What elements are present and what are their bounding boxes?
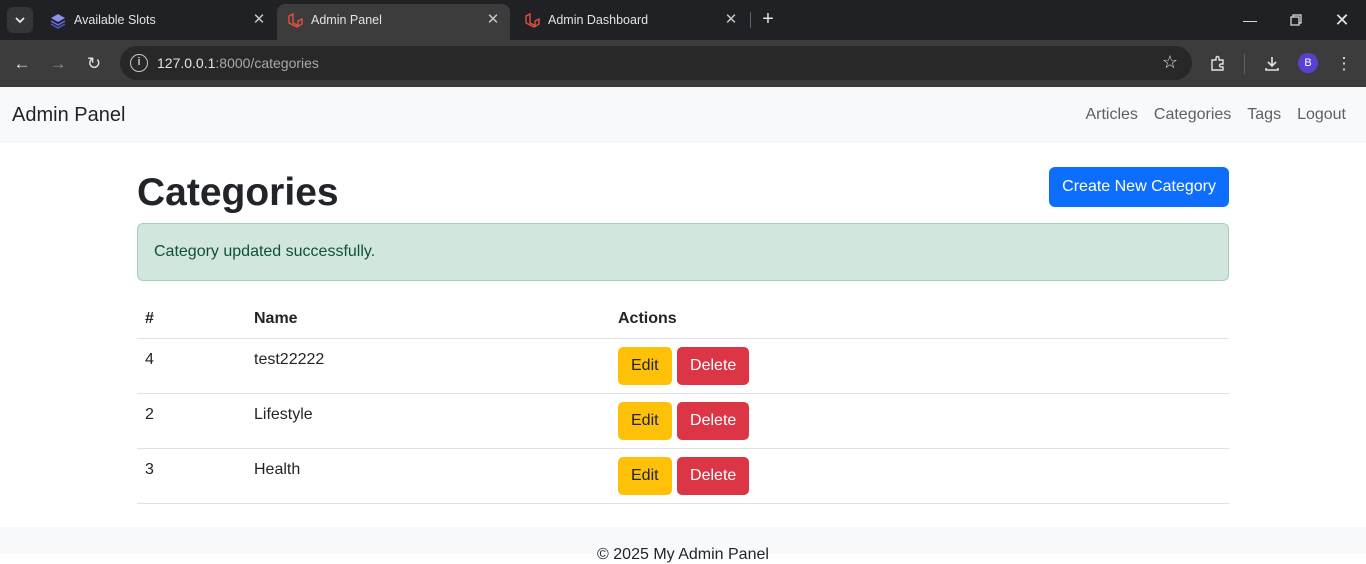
browser-tab-bar: Available Slots ✕ Admin Panel ✕ Admin Da… [0, 0, 1366, 40]
delete-button[interactable]: Delete [677, 456, 750, 495]
url-host: 127.0.0.1 [157, 55, 216, 71]
cell-actions: Edit Delete [610, 393, 1229, 449]
url-text: 127.0.0.1:8000/categories [157, 55, 319, 71]
nav-link-articles[interactable]: Articles [1085, 106, 1137, 124]
chevron-down-icon [15, 17, 25, 24]
tab-divider [750, 12, 751, 28]
close-tab-icon[interactable]: ✕ [484, 11, 502, 29]
extensions-puzzle-icon[interactable] [1206, 52, 1230, 76]
table-row: 3 Health Edit Delete [137, 448, 1229, 504]
edit-button[interactable]: Edit [618, 456, 672, 495]
minimize-icon[interactable]: — [1238, 8, 1262, 32]
tab-title: Available Slots [74, 13, 156, 27]
cell-id: 3 [137, 448, 246, 504]
column-header-actions: Actions [610, 301, 1229, 339]
app-navbar: Admin Panel Articles Categories Tags Log… [0, 87, 1366, 143]
back-arrow-icon[interactable]: ← [10, 52, 34, 76]
footer-text: © 2025 My Admin Panel [597, 546, 769, 563]
delete-button[interactable]: Delete [677, 346, 750, 385]
create-category-button[interactable]: Create New Category [1049, 167, 1229, 207]
bookmark-star-icon[interactable]: ☆ [1162, 52, 1178, 73]
tab-search-button[interactable] [7, 7, 33, 33]
nav-link-logout[interactable]: Logout [1297, 106, 1346, 124]
tab-available-slots[interactable]: Available Slots ✕ [40, 4, 276, 40]
layers-icon [50, 13, 66, 29]
cell-name: Health [246, 448, 610, 504]
reload-icon[interactable]: ↻ [82, 52, 106, 76]
profile-avatar[interactable]: B [1298, 53, 1318, 73]
browser-toolbar: ← → ↻ i 127.0.0.1:8000/categories ☆ B ⋮ [0, 40, 1366, 87]
column-header-id: # [137, 301, 246, 339]
tab-title: Admin Panel [311, 13, 382, 27]
nav-link-tags[interactable]: Tags [1247, 106, 1281, 124]
cell-actions: Edit Delete [610, 338, 1229, 394]
nav-link-categories[interactable]: Categories [1154, 106, 1231, 124]
tab-admin-panel[interactable]: Admin Panel ✕ [277, 4, 510, 40]
column-header-name: Name [246, 301, 610, 339]
site-info-icon[interactable]: i [130, 54, 148, 72]
table-header-row: # Name Actions [137, 301, 1229, 339]
cell-name: Lifestyle [246, 393, 610, 449]
delete-button[interactable]: Delete [677, 401, 750, 440]
cell-name: test22222 [246, 338, 610, 394]
download-icon[interactable] [1260, 52, 1284, 76]
toolbar-divider [1244, 54, 1245, 74]
new-tab-plus-icon[interactable]: + [758, 9, 778, 29]
restore-icon[interactable] [1284, 8, 1308, 32]
url-path: :8000/categories [215, 55, 319, 71]
navbar-links: Articles Categories Tags Logout [1085, 106, 1346, 124]
edit-button[interactable]: Edit [618, 401, 672, 440]
navbar-brand[interactable]: Admin Panel [12, 104, 125, 127]
cell-id: 2 [137, 393, 246, 449]
categories-table: # Name Actions 4 test22222 Edit Delete 2… [137, 301, 1229, 504]
cell-actions: Edit Delete [610, 448, 1229, 504]
page-footer: © 2025 My Admin Panel [0, 527, 1366, 563]
success-alert: Category updated successfully. [137, 223, 1229, 281]
forward-arrow-icon[interactable]: → [46, 52, 70, 76]
cell-id: 4 [137, 338, 246, 394]
laravel-icon [287, 12, 303, 29]
table-row: 2 Lifestyle Edit Delete [137, 393, 1229, 449]
tab-admin-dashboard[interactable]: Admin Dashboard ✕ [514, 4, 748, 40]
close-window-icon[interactable]: ✕ [1330, 8, 1354, 32]
more-menu-icon[interactable]: ⋮ [1332, 52, 1356, 76]
close-tab-icon[interactable]: ✕ [250, 11, 268, 29]
table-row: 4 test22222 Edit Delete [137, 338, 1229, 394]
page-title: Categories [137, 171, 339, 214]
close-tab-icon[interactable]: ✕ [722, 11, 740, 29]
edit-button[interactable]: Edit [618, 346, 672, 385]
address-bar[interactable]: i 127.0.0.1:8000/categories ☆ [120, 46, 1192, 80]
laravel-icon [524, 12, 540, 29]
tab-title: Admin Dashboard [548, 13, 649, 27]
